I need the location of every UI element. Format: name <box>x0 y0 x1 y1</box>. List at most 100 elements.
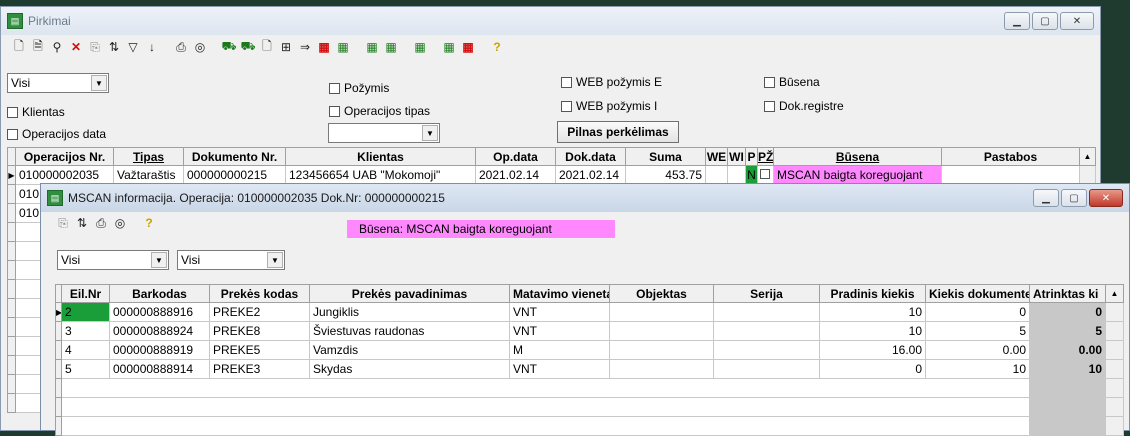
pirkimai-titlebar[interactable]: ▤ Pirkimai ▁ ▢ ✕ <box>1 7 1100 35</box>
cell-matavimo[interactable]: VNT <box>509 302 610 322</box>
col-pz[interactable]: PŽ <box>757 147 774 166</box>
web-pozymis-i-checkbox[interactable]: WEB požymis I <box>561 99 657 113</box>
cell-prekes-kodas[interactable]: PREKE3 <box>209 359 310 379</box>
checkbox-box[interactable] <box>764 100 775 112</box>
col-we[interactable]: WE <box>705 147 728 166</box>
cell-matavimo[interactable]: M <box>509 340 610 360</box>
cell-pz[interactable] <box>757 165 774 185</box>
cell-eil-nr[interactable]: 2 <box>61 302 110 322</box>
cell-prekes-kodas[interactable]: PREKE8 <box>209 321 310 341</box>
col-wi[interactable]: WI <box>727 147 746 166</box>
scrollbar-track[interactable] <box>1079 165 1096 185</box>
cell-pradinis[interactable]: 10 <box>819 321 926 341</box>
stack-green2-icon[interactable]: ▦ <box>364 39 380 55</box>
cell-pradinis[interactable]: 10 <box>819 302 926 322</box>
stack-green4-icon[interactable]: ▦ <box>412 39 428 55</box>
minimize-button[interactable]: ▁ <box>1004 12 1030 30</box>
help-icon[interactable]: ? <box>141 215 157 231</box>
cell-kiekis[interactable]: 10 <box>925 359 1030 379</box>
cell-prekes-kodas[interactable]: PREKE5 <box>209 340 310 360</box>
cell-pradinis[interactable]: 0 <box>819 359 926 379</box>
visi-select-1[interactable]: Visi ▼ <box>57 250 169 270</box>
cell-kiekis[interactable]: 0 <box>925 302 1030 322</box>
table-row[interactable]: ▶ 010000002035 Važtaraštis 000000000215 … <box>7 165 1096 185</box>
cell-kiekis[interactable]: 0.00 <box>925 340 1030 360</box>
table-row[interactable]: 3 000000888924 PREKE8 Šviestuvas raudona… <box>55 321 1124 341</box>
cell-prekes-pavadinimas[interactable]: Jungiklis <box>309 302 510 322</box>
checkbox-box[interactable] <box>764 76 775 88</box>
col-busena[interactable]: Būsena <box>773 147 942 166</box>
col-suma[interactable]: Suma <box>625 147 706 166</box>
network-icon[interactable]: ⊞ <box>278 39 294 55</box>
cell-serija[interactable] <box>713 340 820 360</box>
cell-busena[interactable]: MSCAN baigta koreguojant <box>773 165 942 185</box>
arrow-box-icon[interactable]: ⇒ <box>297 39 313 55</box>
cell-atrinktas[interactable]: 10 <box>1029 359 1106 379</box>
new-doc-icon[interactable]: 🗋 <box>11 39 27 55</box>
open-doc-icon[interactable]: 🗎 <box>30 39 46 55</box>
scrollbar-track[interactable] <box>1105 340 1124 360</box>
visi-select[interactable]: Visi ▼ <box>7 73 109 93</box>
close-button[interactable]: ✕ <box>1060 12 1094 30</box>
cell-dok-nr[interactable]: 000000000215 <box>183 165 286 185</box>
col-tipas[interactable]: Tipas <box>113 147 184 166</box>
cell-suma[interactable]: 453.75 <box>625 165 706 185</box>
pilnas-perkelimas-button[interactable]: Pilnas perkėlimas <box>557 121 679 143</box>
stack-green-icon[interactable]: ▦ <box>335 39 351 55</box>
cell-eil-nr[interactable]: 3 <box>61 321 110 341</box>
cell-prekes-kodas[interactable]: PREKE2 <box>209 302 310 322</box>
cell-op-nr[interactable]: 010000002035 <box>15 165 114 185</box>
cell-p[interactable]: N <box>745 165 758 185</box>
col-dok-data[interactable]: Dok.data <box>555 147 626 166</box>
maximize-button[interactable]: ▢ <box>1032 12 1058 30</box>
table-row[interactable]: 4 000000888919 PREKE5 Vamzdis M 16.00 0.… <box>55 340 1124 360</box>
scrollbar-track[interactable] <box>1105 321 1124 341</box>
stack-red2-icon[interactable]: ▦ <box>460 39 476 55</box>
cell-eil-nr[interactable]: 4 <box>61 340 110 360</box>
col-barkodas[interactable]: Barkodas <box>109 284 210 303</box>
binoculars-icon[interactable]: ◎ <box>192 39 208 55</box>
col-prekes-kodas[interactable]: Prekės kodas <box>209 284 310 303</box>
cell-atrinktas[interactable]: 5 <box>1029 321 1106 341</box>
operacijos-tipas-checkbox[interactable]: Operacijos tipas <box>329 104 430 118</box>
pozymis-checkbox[interactable]: Požymis <box>329 81 389 95</box>
cell-barkodas[interactable]: 000000888924 <box>109 321 210 341</box>
stack-green3-icon[interactable]: ▦ <box>383 39 399 55</box>
web-pozymis-e-checkbox[interactable]: WEB požymis E <box>561 75 662 89</box>
import-icon[interactable]: ⛟ <box>221 39 237 55</box>
cell-atrinktas[interactable]: 0.00 <box>1029 340 1106 360</box>
cell-serija[interactable] <box>713 302 820 322</box>
cell-prekes-pavadinimas[interactable]: Vamzdis <box>309 340 510 360</box>
checkbox-box[interactable] <box>7 106 18 118</box>
cell-pastabos[interactable] <box>941 165 1080 185</box>
operacijos-data-checkbox[interactable]: Operacijos data <box>7 127 106 141</box>
scroll-up-button[interactable]: ▲ <box>1105 284 1124 303</box>
export-icon[interactable]: ⛟ <box>240 39 256 55</box>
col-objektas[interactable]: Objektas <box>609 284 714 303</box>
cell-eil-nr[interactable]: 5 <box>61 359 110 379</box>
col-serija[interactable]: Serija <box>713 284 820 303</box>
cell-prekes-pavadinimas[interactable]: Šviestuvas raudonas <box>309 321 510 341</box>
tipas-select[interactable]: ▼ <box>328 123 440 143</box>
cell-klientas[interactable]: 123456654 UAB "Mokomoji" <box>285 165 476 185</box>
cell-matavimo[interactable]: VNT <box>509 321 610 341</box>
cell-prekes-pavadinimas[interactable]: Skydas <box>309 359 510 379</box>
copy-icon[interactable]: ⎘ <box>87 39 103 55</box>
stack-red-icon[interactable]: ▦ <box>316 39 332 55</box>
close-button[interactable]: ✕ <box>1089 189 1123 207</box>
cell-objektas[interactable] <box>609 359 714 379</box>
cell-dok-data[interactable]: 2021.02.14 <box>555 165 626 185</box>
scroll-up-button[interactable]: ▲ <box>1079 147 1096 166</box>
tree-icon[interactable]: ⚲ <box>49 39 65 55</box>
checkbox-box[interactable] <box>561 100 572 112</box>
help-icon[interactable]: ? <box>489 39 505 55</box>
col-matavimo-vienetas[interactable]: Matavimo vieneta <box>509 284 610 303</box>
checkbox-box[interactable] <box>561 76 572 88</box>
cell-matavimo[interactable]: VNT <box>509 359 610 379</box>
scrollbar-track[interactable] <box>1105 302 1124 322</box>
table-row[interactable]: 5 000000888914 PREKE3 Skydas VNT 0 10 10 <box>55 359 1124 379</box>
sort-icon[interactable]: ⇅ <box>106 39 122 55</box>
checkbox-box[interactable] <box>7 128 18 140</box>
col-dokumento-nr[interactable]: Dokumento Nr. <box>183 147 286 166</box>
col-pastabos[interactable]: Pastabos <box>941 147 1080 166</box>
